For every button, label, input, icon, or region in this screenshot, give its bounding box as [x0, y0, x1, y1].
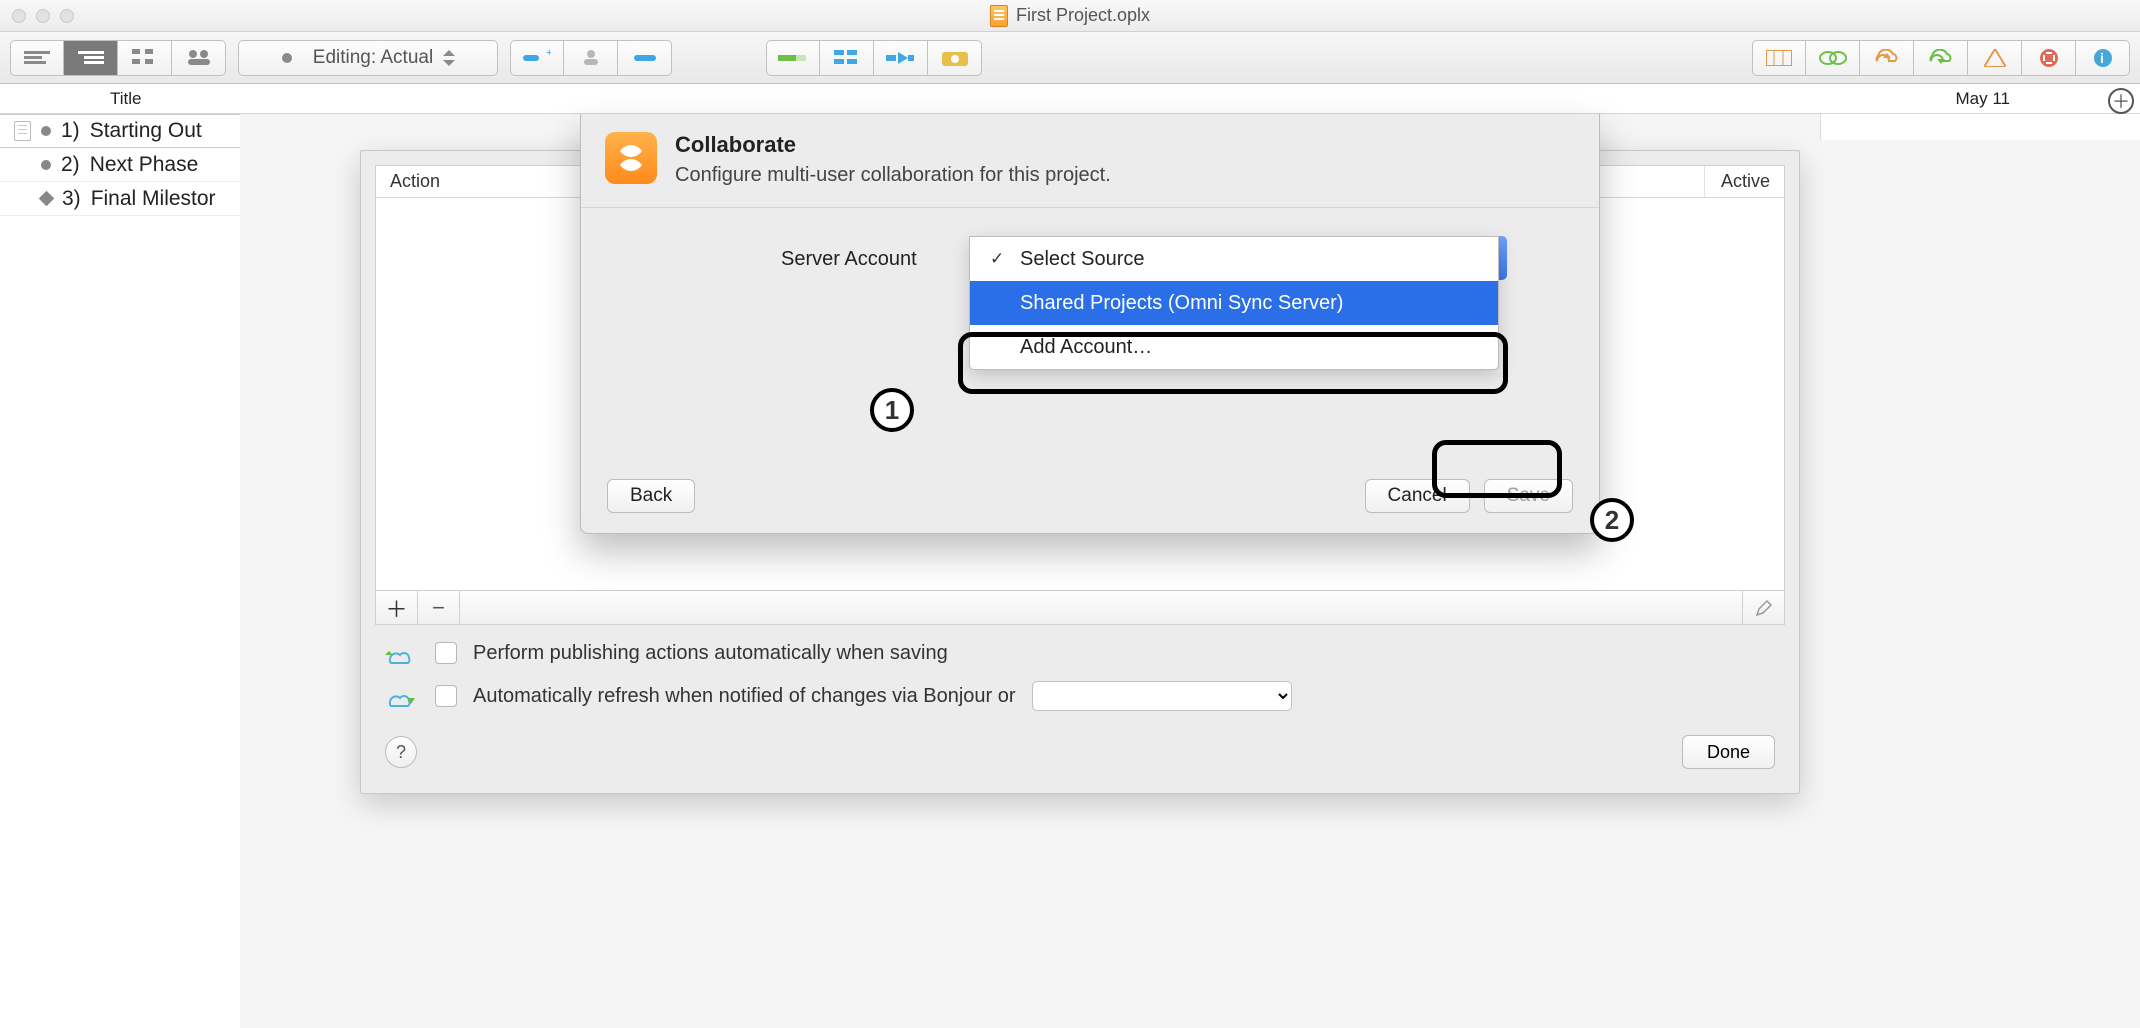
- traffic-lights: [12, 9, 74, 23]
- view-gantt-icon[interactable]: [10, 40, 64, 76]
- view-network-icon[interactable]: [118, 40, 172, 76]
- close-window-icon[interactable]: [12, 9, 26, 23]
- actions-header-action: Action: [390, 171, 440, 192]
- task-number: 1): [61, 119, 80, 143]
- zoom-window-icon[interactable]: [60, 9, 74, 23]
- publish-auto-label: Perform publishing actions automatically…: [473, 642, 948, 665]
- dropdown-option-select-source[interactable]: ✓ Select Source: [970, 237, 1498, 281]
- help-button[interactable]: ?: [385, 736, 417, 768]
- dropdown-option-label: Add Account…: [1020, 336, 1152, 359]
- cancel-button[interactable]: Cancel: [1365, 479, 1470, 513]
- catchup-icon[interactable]: [766, 40, 820, 76]
- stop-icon[interactable]: [2022, 40, 2076, 76]
- main-toolbar: Editing: Actual + i: [0, 32, 2140, 84]
- column-header-strip: Title May 11: [0, 84, 2140, 114]
- view-resources-icon[interactable]: [172, 40, 226, 76]
- inspector-icon[interactable]: i: [2076, 40, 2130, 76]
- task-row[interactable]: 3) Final Milestor: [0, 182, 240, 216]
- collaborate-modal: Collaborate Configure multi-user collabo…: [580, 114, 1600, 534]
- publish-auto-checkbox[interactable]: [435, 642, 457, 664]
- edit-action-button[interactable]: [1742, 591, 1784, 625]
- refresh-auto-label: Automatically refresh when notified of c…: [473, 685, 1016, 708]
- remove-action-button[interactable]: −: [418, 591, 460, 625]
- view-outline-icon[interactable]: [64, 40, 118, 76]
- add-task-icon[interactable]: +: [510, 40, 564, 76]
- callout-badge-2: 2: [1590, 498, 1634, 542]
- refresh-interval-select[interactable]: [1032, 681, 1292, 711]
- critical-path-icon[interactable]: [1968, 40, 2022, 76]
- modal-title: Collaborate: [675, 132, 1111, 158]
- column-title-header: Title: [110, 84, 142, 114]
- bullet-icon: [41, 160, 51, 170]
- refresh-auto-checkbox[interactable]: [435, 685, 457, 707]
- stepper-arrows-icon: [443, 50, 455, 66]
- window-title: First Project.oplx: [1016, 5, 1150, 26]
- modal-subtitle: Configure multi-user collaboration for t…: [675, 164, 1111, 187]
- publish-upload-icon[interactable]: [1860, 40, 1914, 76]
- task-outline: 1) Starting Out 2) Next Phase 3) Final M…: [0, 114, 240, 216]
- editing-mode-label: Editing: Actual: [313, 47, 433, 69]
- dropdown-option-label: Shared Projects (Omni Sync Server): [1020, 292, 1343, 315]
- snapshot-icon[interactable]: [928, 40, 982, 76]
- server-account-dropdown[interactable]: ✓ Select Source Shared Projects (Omni Sy…: [969, 236, 1499, 370]
- task-number: 2): [61, 153, 80, 177]
- add-column-icon[interactable]: ＋: [2108, 88, 2134, 114]
- document-icon: [990, 5, 1008, 27]
- page-icon: [14, 121, 31, 141]
- dropdown-option-shared-projects[interactable]: Shared Projects (Omni Sync Server): [970, 281, 1498, 325]
- svg-text:+: +: [546, 50, 551, 59]
- column-date-header: May 11: [1956, 84, 2011, 114]
- timeline-gutter: [1820, 114, 2140, 140]
- task-title: Next Phase: [90, 153, 199, 177]
- simulate-icon[interactable]: [1806, 40, 1860, 76]
- publish-download-icon[interactable]: [1914, 40, 1968, 76]
- cloud-download-icon: [385, 684, 419, 708]
- task-title: Final Milestor: [91, 187, 216, 211]
- done-button[interactable]: Done: [1682, 735, 1775, 769]
- add-milestone-icon[interactable]: [618, 40, 672, 76]
- bullet-icon: [41, 126, 51, 136]
- task-row[interactable]: 1) Starting Out: [0, 114, 240, 148]
- back-button[interactable]: Back: [607, 479, 695, 513]
- window-titlebar: First Project.oplx: [0, 0, 2140, 32]
- task-title: Starting Out: [90, 119, 202, 143]
- editing-mode-selector[interactable]: Editing: Actual: [238, 40, 498, 76]
- reschedule-icon[interactable]: [820, 40, 874, 76]
- add-action-button[interactable]: ＋: [376, 591, 418, 625]
- svg-text:i: i: [2100, 50, 2104, 66]
- bullet-icon: [281, 52, 303, 64]
- milestone-bullet-icon: [39, 191, 55, 207]
- task-number: 3): [62, 187, 81, 211]
- baseline-icon[interactable]: [1752, 40, 1806, 76]
- cloud-upload-icon: [385, 641, 419, 665]
- task-row[interactable]: 2) Next Phase: [0, 148, 240, 182]
- add-resource-icon[interactable]: [564, 40, 618, 76]
- actions-header-active: Active: [1704, 166, 1770, 197]
- dropdown-option-add-account[interactable]: Add Account…: [970, 325, 1498, 369]
- leveling-icon[interactable]: [874, 40, 928, 76]
- collaborate-app-icon: [605, 132, 657, 184]
- callout-badge-1: 1: [870, 388, 914, 432]
- dropdown-option-label: Select Source: [1020, 248, 1145, 271]
- checkmark-icon: ✓: [990, 249, 1008, 269]
- minimize-window-icon[interactable]: [36, 9, 50, 23]
- save-button[interactable]: Save: [1484, 479, 1573, 513]
- server-account-label: Server Account: [781, 248, 917, 271]
